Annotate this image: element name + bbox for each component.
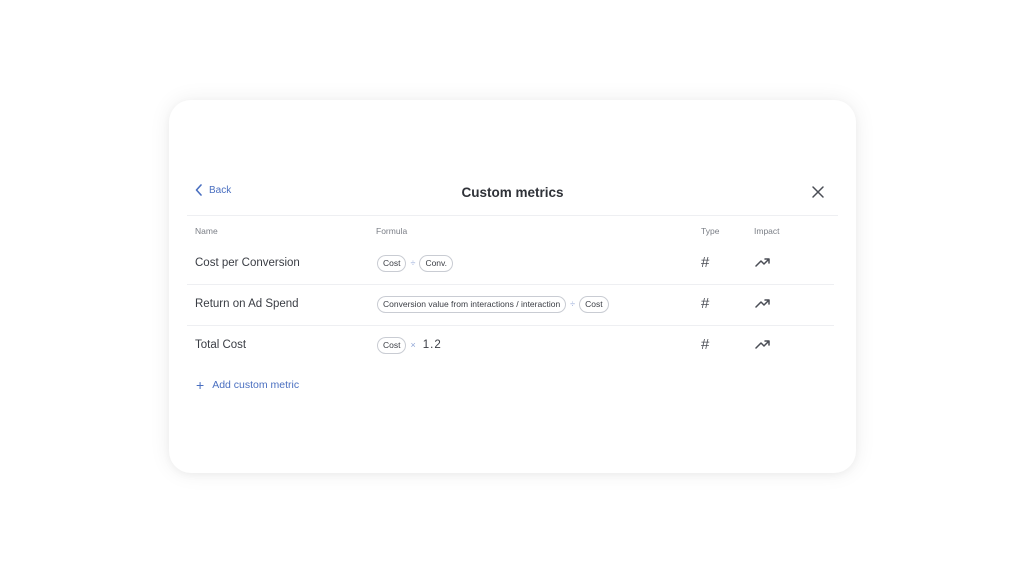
formula-chip: Cost xyxy=(377,254,407,272)
formula-operator: ÷ xyxy=(570,299,576,309)
formula-chip: Cost xyxy=(579,295,609,313)
trending-up-icon xyxy=(755,299,770,308)
column-header-name: Name xyxy=(195,226,218,236)
trending-up-icon xyxy=(755,340,770,349)
trending-up-icon xyxy=(755,258,770,267)
formula-operator: × xyxy=(410,340,416,350)
number-type-icon: # xyxy=(701,295,710,312)
dialog-title: Custom metrics xyxy=(461,185,564,200)
column-header-type: Type xyxy=(701,226,720,236)
column-header-formula: Formula xyxy=(376,226,408,236)
number-type-icon: # xyxy=(701,254,710,271)
number-type-icon: # xyxy=(701,336,710,353)
metric-formula: Conversion value from interactions / int… xyxy=(377,295,609,313)
plus-icon: + xyxy=(196,377,205,393)
add-custom-metric-button[interactable]: + Add custom metric xyxy=(196,377,300,393)
formula-chip: Cost xyxy=(377,336,407,354)
close-button[interactable] xyxy=(810,184,826,200)
custom-metrics-dialog: Back Custom metrics Name Formula Type Im… xyxy=(169,100,856,473)
formula-chip: Conversion value from interactions / int… xyxy=(377,295,567,313)
metric-formula: Cost × 1.2 xyxy=(377,336,442,354)
metric-name: Cost per Conversion xyxy=(195,257,300,269)
dialog-header: Back Custom metrics xyxy=(187,176,838,216)
formula-operator: ÷ xyxy=(410,258,416,268)
metric-name: Total Cost xyxy=(195,339,247,351)
close-icon xyxy=(812,186,824,198)
metric-name: Return on Ad Spend xyxy=(195,298,299,310)
formula-chip: Conv. xyxy=(419,254,454,272)
column-header-impact: Impact xyxy=(754,226,780,236)
metric-formula: Cost ÷ Conv. xyxy=(377,254,454,272)
metric-row[interactable]: Cost per Conversion Cost ÷ Conv. # xyxy=(187,244,834,285)
metric-row[interactable]: Total Cost Cost × 1.2 # xyxy=(187,326,834,367)
formula-constant: 1.2 xyxy=(422,339,442,351)
metric-row[interactable]: Return on Ad Spend Conversion value from… xyxy=(187,285,834,326)
add-custom-metric-label: Add custom metric xyxy=(212,379,300,391)
